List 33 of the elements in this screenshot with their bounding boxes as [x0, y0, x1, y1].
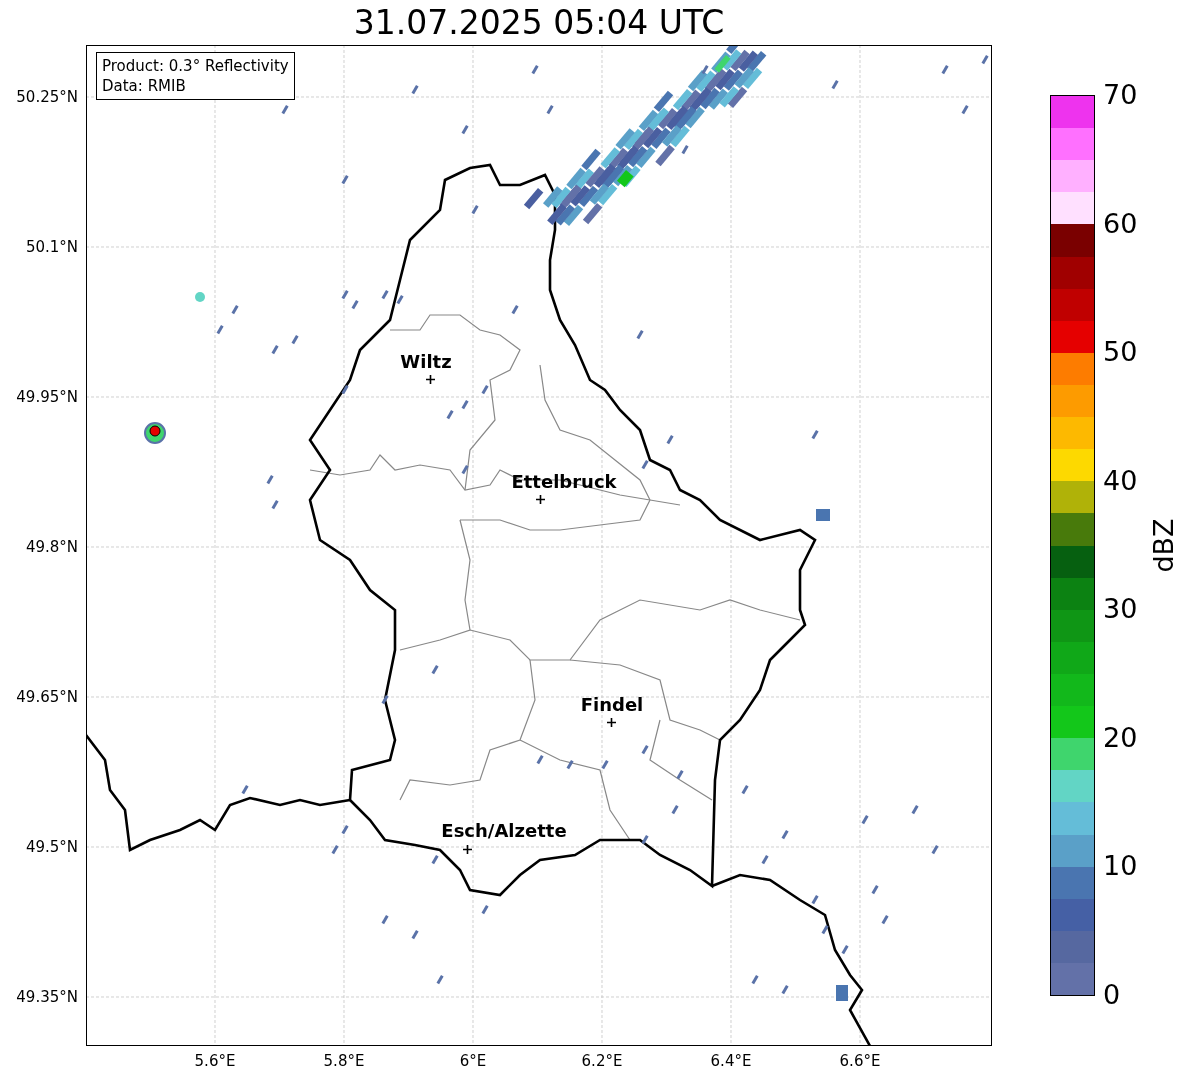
city-label: Wiltz	[400, 352, 452, 372]
longitude-tick-label: 6.4°E	[710, 1052, 752, 1070]
info-text: Product: 0.3° Reflectivity	[102, 56, 289, 76]
latitude-tick-label: 49.65°N	[16, 688, 78, 706]
info-text: Data: RMIB	[102, 76, 187, 96]
longitude-tick-label: 6°E	[459, 1052, 487, 1070]
longitude-tick-label: 6.2°E	[581, 1052, 623, 1070]
colorbar-axis-label: dBZ	[1147, 518, 1179, 573]
colorbar-tick-label: 40	[1103, 465, 1138, 496]
colorbar-tick-label: 30	[1103, 594, 1138, 625]
latitude-tick-label: 50.25°N	[16, 88, 78, 106]
colorbar-tick-label: 70	[1103, 80, 1138, 110]
colorbar-tick-label: 50	[1103, 337, 1138, 368]
city-label: Esch/Alzette	[441, 821, 567, 841]
colorbar-tick-label: 10	[1103, 851, 1138, 882]
longitude-tick-label: 5.8°E	[323, 1052, 365, 1070]
plus-marker-icon	[536, 495, 545, 504]
latitude-tick-label: 49.8°N	[25, 538, 78, 556]
plus-marker-icon	[463, 845, 472, 854]
city-label: Ettelbruck	[511, 472, 617, 492]
latitude-tick-label: 49.35°N	[16, 988, 78, 1006]
chart-title: 31.07.2025 05:04 UTC	[353, 2, 725, 43]
plus-marker-icon	[426, 375, 435, 384]
colorbar-tick-label: 60	[1103, 208, 1138, 239]
city-label: Findel	[580, 695, 644, 715]
colorbar-tick-label: 0	[1103, 980, 1121, 1010]
latitude-tick-label: 49.5°N	[25, 838, 78, 856]
colorbar-tick-label: 20	[1103, 722, 1138, 753]
plus-marker-icon	[607, 718, 616, 727]
longitude-tick-label: 6.6°E	[839, 1052, 881, 1070]
longitude-tick-label: 5.6°E	[194, 1052, 236, 1070]
latitude-tick-label: 50.1°N	[25, 238, 78, 256]
latitude-tick-label: 49.95°N	[16, 388, 78, 406]
